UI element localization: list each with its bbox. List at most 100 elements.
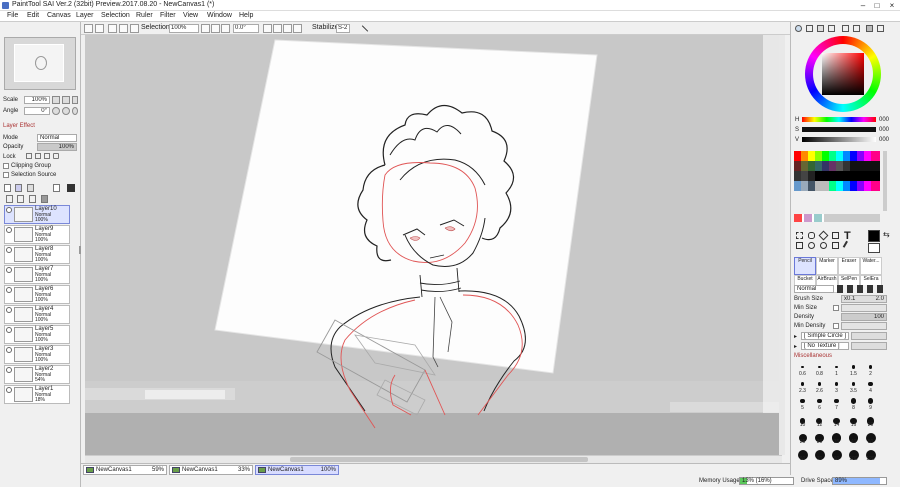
clear-layer-icon[interactable]	[29, 195, 36, 203]
redo-button[interactable]	[95, 24, 104, 33]
menu-help[interactable]: Help	[239, 12, 253, 19]
scrollbar-thumb[interactable]	[290, 457, 588, 462]
scale-up-button[interactable]	[62, 96, 70, 104]
layer-row[interactable]: Layer6 Normal 100%	[4, 285, 70, 304]
brush-size-preset[interactable]: 6	[812, 397, 827, 411]
rotate-ccw-button[interactable]	[52, 107, 60, 115]
minimize-button[interactable]: –	[856, 0, 870, 11]
brush-size-preset[interactable]: 35	[829, 431, 844, 445]
visibility-eye-icon[interactable]	[6, 307, 12, 313]
foreground-color[interactable]	[868, 230, 880, 242]
panel-options-icon[interactable]	[866, 25, 873, 32]
layer-row[interactable]: Layer1 Normal 18%	[4, 385, 70, 404]
rotate-tool-icon[interactable]	[820, 242, 827, 249]
brush-size-preset[interactable]: 2	[863, 363, 878, 377]
brush-texture-select[interactable]: [ No Texture ]	[801, 342, 849, 350]
menu-view[interactable]: View	[183, 12, 198, 19]
rotate-cw-button[interactable]	[62, 107, 70, 115]
magic-wand-icon[interactable]	[818, 230, 829, 241]
layer-row[interactable]: Layer2 Normal 54%	[4, 365, 70, 384]
recent-colors[interactable]	[794, 214, 880, 222]
brush-shape-select[interactable]: [ Simple Circle ]	[801, 332, 849, 340]
swatches-tab-icon[interactable]	[828, 25, 835, 32]
brush-size-preset[interactable]: 0.8	[812, 363, 827, 377]
close-button[interactable]: ×	[885, 0, 899, 11]
stabilizer-select[interactable]: S-2	[336, 24, 350, 33]
zoom-tool-icon[interactable]	[808, 242, 815, 249]
brush-size-preset[interactable]: 7	[829, 397, 844, 411]
vertical-scrollbar[interactable]	[779, 35, 785, 455]
color-wheel-tab-icon[interactable]	[795, 25, 802, 32]
opacity-slider[interactable]: 100%	[37, 143, 77, 151]
brush-shape-strength[interactable]	[851, 332, 887, 340]
brush-size-preset[interactable]: 12	[812, 414, 827, 428]
tool-pencil[interactable]: Pencil	[794, 257, 816, 275]
canvas-viewport[interactable]	[85, 35, 782, 455]
show-selection-toggle[interactable]	[130, 24, 139, 33]
transfer-down-icon[interactable]	[6, 195, 13, 203]
zoom-field[interactable]: 100%	[169, 24, 199, 33]
scale-field[interactable]: 100%	[24, 96, 50, 104]
hue-slider[interactable]	[802, 117, 876, 122]
brush-size-preset[interactable]: 1.5	[846, 363, 861, 377]
brush-size-preset[interactable]: 3.5	[846, 380, 861, 394]
zoom-reset-button[interactable]	[221, 24, 230, 33]
move-icon[interactable]	[832, 232, 839, 239]
selection-source-checkbox[interactable]	[3, 172, 9, 178]
brush-size-preset[interactable]: 9	[863, 397, 878, 411]
layer-row[interactable]: Layer4 Normal 100%	[4, 305, 70, 324]
lock-move-icon[interactable]	[44, 153, 50, 159]
brush-blend-mode-select[interactable]: Normal	[794, 285, 834, 293]
expand-texture-icon[interactable]: ▸	[794, 343, 797, 350]
new-folder-icon[interactable]	[15, 184, 22, 192]
brush-size-preset[interactable]: 20	[863, 414, 878, 428]
swatches-scrollbar[interactable]	[883, 151, 887, 211]
brush-size-preset[interactable]: 8	[846, 397, 861, 411]
saturation-value-square[interactable]	[822, 53, 864, 95]
layer-row[interactable]: Layer3 Normal 100%	[4, 345, 70, 364]
min-size-toggle[interactable]	[833, 305, 839, 311]
visibility-eye-icon[interactable]	[6, 207, 12, 213]
canvas-tab[interactable]: NewCanvas1 59%	[83, 465, 167, 475]
menu-canvas[interactable]: Canvas	[47, 12, 71, 19]
expand-shape-icon[interactable]: ▸	[794, 333, 797, 340]
visibility-eye-icon[interactable]	[6, 287, 12, 293]
brush-size-preset[interactable]: 1	[829, 363, 844, 377]
visibility-eye-icon[interactable]	[6, 367, 12, 373]
brush-size-preset[interactable]: 30	[812, 431, 827, 445]
brush-size-preset[interactable]: 60	[795, 448, 810, 462]
brush-size-preset[interactable]: 5	[795, 397, 810, 411]
density-slider[interactable]: 100	[841, 313, 887, 321]
rotation-field[interactable]: 0.0°	[233, 24, 259, 33]
brush-edge-presets[interactable]	[837, 285, 887, 293]
visibility-eye-icon[interactable]	[6, 247, 12, 253]
layer-row[interactable]: Layer5 Normal 100%	[4, 325, 70, 344]
canvas-tab[interactable]: NewCanvas1 100%	[255, 465, 339, 475]
flip-horizontal-button[interactable]	[293, 24, 302, 33]
brush-size-preset[interactable]: 4	[863, 380, 878, 394]
min-size-slider[interactable]	[841, 304, 887, 312]
visibility-eye-icon[interactable]	[6, 387, 12, 393]
undo-button[interactable]	[84, 24, 93, 33]
delete-layer-icon[interactable]	[41, 195, 48, 203]
visibility-eye-icon[interactable]	[6, 347, 12, 353]
brush-size-preset[interactable]: 25	[795, 431, 810, 445]
line-tool-icon[interactable]	[361, 25, 369, 32]
lock-all-icon[interactable]	[53, 153, 59, 159]
tool-eraser[interactable]: Eraser	[838, 257, 860, 275]
layer-effect-header[interactable]: Layer Effect	[3, 123, 35, 129]
background-color[interactable]	[868, 243, 880, 253]
rotate-right-button[interactable]	[273, 24, 282, 33]
panel-pin-icon[interactable]	[877, 25, 884, 32]
eyedropper-icon[interactable]	[842, 240, 853, 251]
layer-row[interactable]: Layer9 Normal 100%	[4, 225, 70, 244]
tool-watercolor[interactable]: Water...	[860, 257, 882, 275]
menu-file[interactable]: File	[7, 12, 18, 19]
zoom-out-button[interactable]	[201, 24, 210, 33]
scale-down-button[interactable]	[52, 96, 60, 104]
zoom-in-button[interactable]	[211, 24, 220, 33]
layer-panel-menu-icon[interactable]	[67, 184, 75, 192]
canvas-drawing[interactable]	[85, 35, 782, 455]
rotate-reset-button[interactable]	[72, 107, 78, 115]
value-slider[interactable]	[802, 137, 876, 142]
